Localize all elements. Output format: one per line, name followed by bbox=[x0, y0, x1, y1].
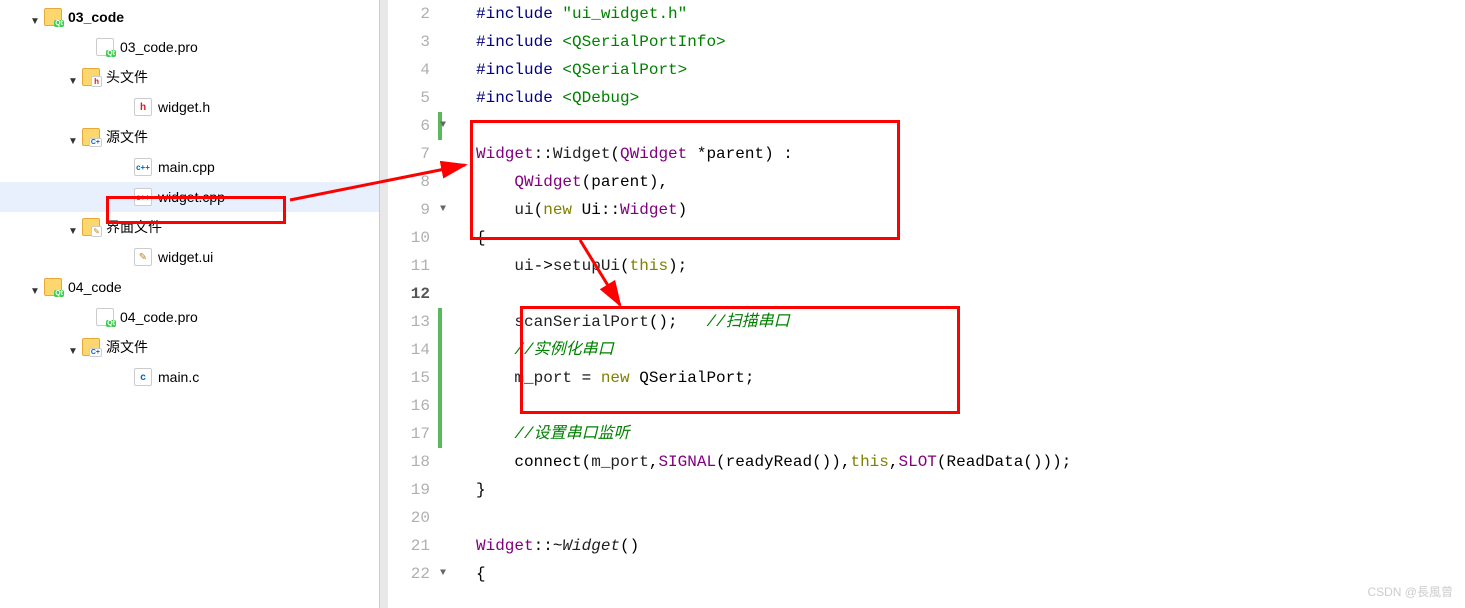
sources-folder-icon bbox=[82, 128, 100, 146]
expand-icon[interactable] bbox=[68, 131, 80, 143]
fold-column[interactable]: ▼ ▼ ▼ bbox=[438, 0, 456, 608]
code-line[interactable] bbox=[456, 280, 1465, 308]
cpp-file-icon: c++ bbox=[134, 188, 152, 206]
qt-pro-file-icon bbox=[96, 38, 114, 56]
line-number: 13 bbox=[388, 308, 430, 336]
line-number: 18 bbox=[388, 448, 430, 476]
headers-folder-icon bbox=[82, 68, 100, 86]
tree-label: 04_code.pro bbox=[120, 309, 198, 325]
line-number: 7 bbox=[388, 140, 430, 168]
line-number: 14 bbox=[388, 336, 430, 364]
code-line[interactable] bbox=[456, 392, 1465, 420]
expand-icon[interactable] bbox=[30, 281, 42, 293]
tree-folder-sources[interactable]: 源文件 bbox=[0, 332, 379, 362]
tree-file-pro[interactable]: 03_code.pro bbox=[0, 32, 379, 62]
line-number: 11 bbox=[388, 252, 430, 280]
fold-icon[interactable]: ▼ bbox=[440, 120, 446, 131]
code-line[interactable]: #include <QSerialPort> bbox=[456, 56, 1465, 84]
tree-label: 03_code bbox=[68, 9, 124, 25]
code-line[interactable] bbox=[456, 112, 1465, 140]
tree-label: 03_code.pro bbox=[120, 39, 198, 55]
code-line[interactable]: connect(m_port,SIGNAL(readyRead()),this,… bbox=[456, 448, 1465, 476]
tree-folder-forms[interactable]: 界面文件 bbox=[0, 212, 379, 242]
tree-folder-sources[interactable]: 源文件 bbox=[0, 122, 379, 152]
code-line[interactable]: ui(new Ui::Widget) bbox=[456, 196, 1465, 224]
code-line[interactable]: { bbox=[456, 560, 1465, 588]
tree-label: 头文件 bbox=[106, 67, 148, 87]
line-number: 2 bbox=[388, 0, 430, 28]
line-number: 16 bbox=[388, 392, 430, 420]
tree-label: 源文件 bbox=[106, 127, 148, 147]
tree-file-main-c[interactable]: c main.c bbox=[0, 362, 379, 392]
line-number: 5 bbox=[388, 84, 430, 112]
sources-folder-icon bbox=[82, 338, 100, 356]
code-line[interactable]: #include "ui_widget.h" bbox=[456, 0, 1465, 28]
cpp-file-icon: c++ bbox=[134, 158, 152, 176]
line-number: 19 bbox=[388, 476, 430, 504]
tree-folder-headers[interactable]: 头文件 bbox=[0, 62, 379, 92]
expand-icon[interactable] bbox=[68, 341, 80, 353]
line-number: 22 bbox=[388, 560, 430, 588]
tree-label: 源文件 bbox=[106, 337, 148, 357]
line-number: 12 bbox=[388, 280, 430, 308]
line-number: 20 bbox=[388, 504, 430, 532]
tree-project-03[interactable]: 03_code bbox=[0, 2, 379, 32]
code-line[interactable]: Widget::Widget(QWidget *parent) : bbox=[456, 140, 1465, 168]
tree-label: main.c bbox=[158, 369, 199, 385]
project-folder-icon bbox=[44, 278, 62, 296]
forms-folder-icon bbox=[82, 218, 100, 236]
tree-label: main.cpp bbox=[158, 159, 215, 175]
line-number: 17 bbox=[388, 420, 430, 448]
tree-label: 04_code bbox=[68, 279, 122, 295]
line-number: 15 bbox=[388, 364, 430, 392]
project-tree[interactable]: 03_code 03_code.pro 头文件 h widget.h 源文件 c… bbox=[0, 0, 380, 608]
tree-file-main-cpp[interactable]: c++ main.cpp bbox=[0, 152, 379, 182]
code-line[interactable]: m_port = new QSerialPort; bbox=[456, 364, 1465, 392]
code-line[interactable]: #include <QDebug> bbox=[456, 84, 1465, 112]
code-line[interactable]: { bbox=[456, 224, 1465, 252]
watermark: CSDN @長風曾 bbox=[1367, 583, 1453, 600]
code-line[interactable]: } bbox=[456, 476, 1465, 504]
fold-icon[interactable]: ▼ bbox=[440, 204, 446, 215]
tree-file-h[interactable]: h widget.h bbox=[0, 92, 379, 122]
line-number: 6 bbox=[388, 112, 430, 140]
line-number: 10 bbox=[388, 224, 430, 252]
line-number: 8 bbox=[388, 168, 430, 196]
code-line[interactable]: //实例化串口 bbox=[456, 336, 1465, 364]
ui-file-icon: ✎ bbox=[134, 248, 152, 266]
tree-label: widget.cpp bbox=[158, 189, 225, 205]
tree-file-widget-cpp[interactable]: c++ widget.cpp bbox=[0, 182, 379, 212]
qt-pro-file-icon bbox=[96, 308, 114, 326]
code-line[interactable]: scanSerialPort(); //扫描串口 bbox=[456, 308, 1465, 336]
tree-file-pro[interactable]: 04_code.pro bbox=[0, 302, 379, 332]
code-content[interactable]: #include "ui_widget.h" #include <QSerial… bbox=[456, 0, 1465, 608]
tree-label: 界面文件 bbox=[106, 217, 162, 237]
line-gutter[interactable]: 2 3 4 5 6 7 8 9 10 11 12 13 14 15 16 17 … bbox=[388, 0, 438, 608]
expand-icon[interactable] bbox=[68, 221, 80, 233]
line-number: 3 bbox=[388, 28, 430, 56]
tree-project-04[interactable]: 04_code bbox=[0, 272, 379, 302]
fold-icon[interactable]: ▼ bbox=[440, 568, 446, 579]
code-editor[interactable]: 2 3 4 5 6 7 8 9 10 11 12 13 14 15 16 17 … bbox=[380, 0, 1465, 608]
code-line[interactable]: //设置串口监听 bbox=[456, 420, 1465, 448]
line-number: 21 bbox=[388, 532, 430, 560]
code-line[interactable]: Widget::~Widget() bbox=[456, 532, 1465, 560]
code-line[interactable]: #include <QSerialPortInfo> bbox=[456, 28, 1465, 56]
header-file-icon: h bbox=[134, 98, 152, 116]
project-folder-icon bbox=[44, 8, 62, 26]
code-line[interactable] bbox=[456, 504, 1465, 532]
code-line[interactable]: QWidget(parent), bbox=[456, 168, 1465, 196]
expand-icon[interactable] bbox=[30, 11, 42, 23]
line-number: 4 bbox=[388, 56, 430, 84]
code-line[interactable]: ui->setupUi(this); bbox=[456, 252, 1465, 280]
expand-icon[interactable] bbox=[68, 71, 80, 83]
c-file-icon: c bbox=[134, 368, 152, 386]
tree-file-ui[interactable]: ✎ widget.ui bbox=[0, 242, 379, 272]
line-number: 9 bbox=[388, 196, 430, 224]
tree-label: widget.h bbox=[158, 99, 210, 115]
tree-label: widget.ui bbox=[158, 249, 213, 265]
